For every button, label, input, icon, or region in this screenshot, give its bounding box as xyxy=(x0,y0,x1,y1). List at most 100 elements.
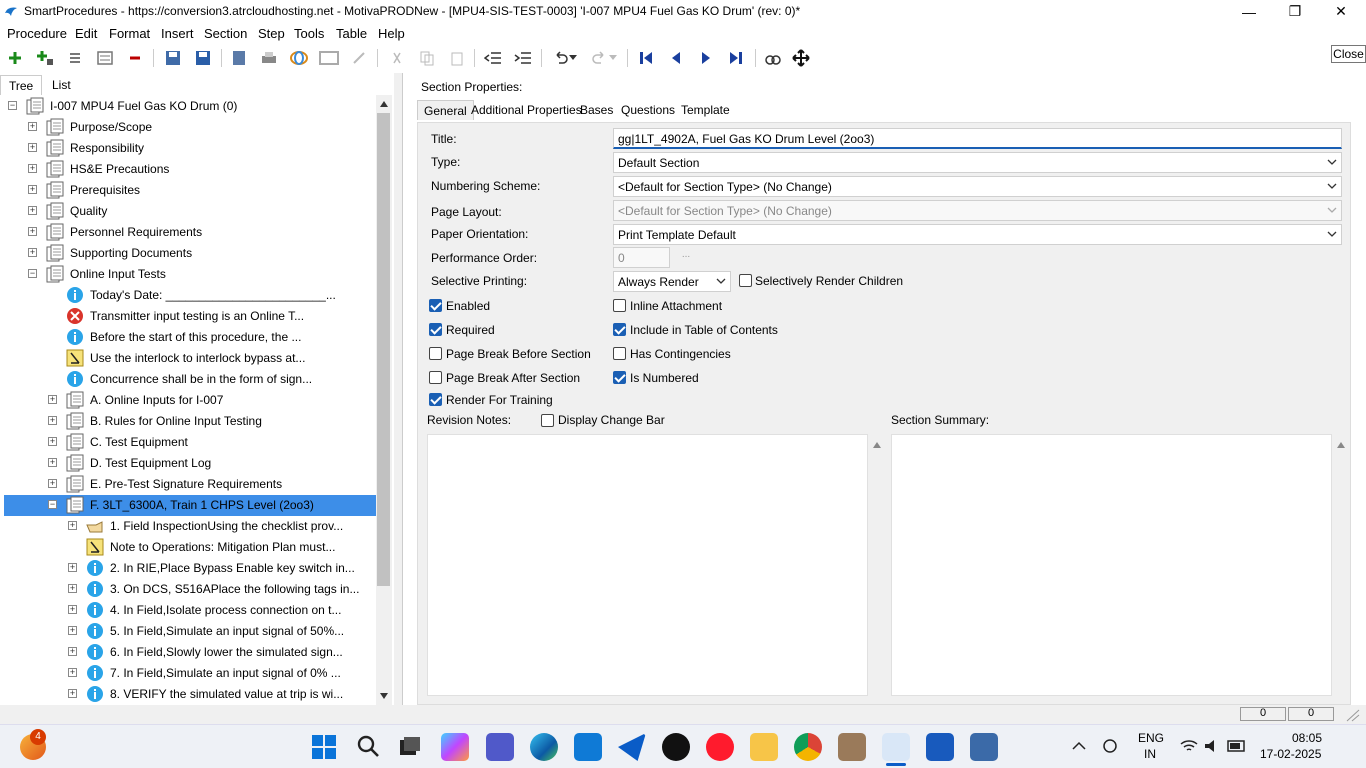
tree-node[interactable]: + Personnel Requirements xyxy=(4,222,376,243)
inline-attachment-checkbox[interactable] xyxy=(613,299,626,312)
file-explorer-icon[interactable] xyxy=(750,733,778,761)
move-icon[interactable] xyxy=(790,47,812,69)
collapse-icon[interactable]: − xyxy=(28,269,37,278)
tree-scrollbar[interactable] xyxy=(376,95,392,705)
tab-tree[interactable]: Tree xyxy=(0,75,43,95)
required-checkbox[interactable] xyxy=(429,323,442,336)
expand-icon[interactable]: + xyxy=(68,521,77,530)
add-icon[interactable] xyxy=(4,47,26,69)
battery-icon[interactable] xyxy=(1227,739,1247,753)
expand-icon[interactable]: + xyxy=(48,416,57,425)
tree-node[interactable]: +1. Field InspectionUsing the checklist … xyxy=(4,516,376,537)
previous-icon[interactable] xyxy=(665,47,687,69)
indent-icon[interactable] xyxy=(512,47,534,69)
close-button[interactable]: Close xyxy=(1331,45,1366,63)
add-child-icon[interactable] xyxy=(34,47,56,69)
frame-icon[interactable] xyxy=(318,47,340,69)
region-indicator[interactable]: IN xyxy=(1144,747,1156,761)
last-icon[interactable] xyxy=(725,47,747,69)
tree-node[interactable]: − F. 3LT_6300A, Train 1 CHPS Level (2oo3) xyxy=(4,495,376,516)
expand-icon[interactable]: + xyxy=(68,668,77,677)
numbering-select[interactable]: <Default for Section Type> (No Change) xyxy=(613,176,1342,197)
expand-icon[interactable]: + xyxy=(68,689,77,698)
publish-icon[interactable] xyxy=(228,47,250,69)
has-contingencies-checkbox[interactable] xyxy=(613,347,626,360)
cut-icon[interactable] xyxy=(386,47,408,69)
enabled-checkbox[interactable] xyxy=(429,299,442,312)
expand-icon[interactable]: + xyxy=(28,164,37,173)
wifi-icon[interactable] xyxy=(1180,738,1198,754)
tree-node[interactable]: Use the interlock to interlock bypass at… xyxy=(4,348,376,369)
is-numbered-checkbox[interactable] xyxy=(613,371,626,384)
expand-icon[interactable]: + xyxy=(28,122,37,131)
list-icon[interactable] xyxy=(64,47,86,69)
language-indicator[interactable]: ENG xyxy=(1138,731,1164,745)
outdent-icon[interactable] xyxy=(482,47,504,69)
tree-node[interactable]: + D. Test Equipment Log xyxy=(4,453,376,474)
edge-icon[interactable] xyxy=(530,733,558,761)
copy-icon[interactable] xyxy=(416,47,438,69)
collapse-icon[interactable]: − xyxy=(8,101,17,110)
tree-node[interactable]: +6. In Field,Slowly lower the simulated … xyxy=(4,642,376,663)
expand-icon[interactable]: + xyxy=(48,437,57,446)
clock-date[interactable]: 17-02-2025 xyxy=(1260,747,1321,761)
expand-icon[interactable]: + xyxy=(28,227,37,236)
first-icon[interactable] xyxy=(635,47,657,69)
list-edit-icon[interactable] xyxy=(94,47,116,69)
tab-questions[interactable]: Questions xyxy=(615,100,681,120)
menu-tools[interactable]: Tools xyxy=(294,26,324,41)
tree-node[interactable]: + E. Pre-Test Signature Requirements xyxy=(4,474,376,495)
perf-order-button[interactable]: ... xyxy=(676,249,696,266)
tree-node[interactable]: − I-007 MPU4 Fuel Gas KO Drum (0) xyxy=(4,96,376,117)
page-break-before-checkbox[interactable] xyxy=(429,347,442,360)
tab-additional-properties[interactable]: Additional Properties xyxy=(465,100,588,120)
tree-node[interactable]: + Supporting Documents xyxy=(4,243,376,264)
procedure-tree[interactable]: − I-007 MPU4 Fuel Gas KO Drum (0) + Purpose… xyxy=(4,95,376,705)
remove-icon[interactable] xyxy=(124,47,146,69)
next-icon[interactable] xyxy=(695,47,717,69)
tab-list[interactable]: List xyxy=(44,75,79,95)
close-window-button[interactable]: ✕ xyxy=(1318,0,1364,23)
smartprocedures-taskbar-icon[interactable] xyxy=(882,733,910,761)
scroll-up-icon[interactable] xyxy=(1337,442,1345,448)
menu-step[interactable]: Step xyxy=(258,26,285,41)
word-icon[interactable] xyxy=(926,733,954,761)
tree-node[interactable]: + Responsibility xyxy=(4,138,376,159)
undo-dropdown-icon[interactable] xyxy=(566,47,580,69)
copilot-icon[interactable] xyxy=(441,733,469,761)
tree-node[interactable]: + Purpose/Scope xyxy=(4,117,376,138)
perf-order-spinner[interactable]: 0 xyxy=(613,247,670,268)
tree-node[interactable]: + Prerequisites xyxy=(4,180,376,201)
tree-node[interactable]: +3. On DCS, S516APlace the following tag… xyxy=(4,579,376,600)
expand-icon[interactable]: + xyxy=(48,458,57,467)
tree-node[interactable]: +7. In Field,Simulate an input signal of… xyxy=(4,663,376,684)
network-sync-icon[interactable] xyxy=(1101,737,1121,755)
start-icon[interactable] xyxy=(311,734,337,760)
teams-icon[interactable] xyxy=(486,733,514,761)
volume-icon[interactable] xyxy=(1203,738,1221,754)
expand-icon[interactable]: + xyxy=(68,584,77,593)
chevron-up-icon[interactable] xyxy=(1072,741,1086,751)
type-select[interactable]: Default Section xyxy=(613,152,1342,173)
title-input[interactable]: gg|1LT_4902A, Fuel Gas KO Drum Level (2o… xyxy=(613,128,1342,149)
expand-icon[interactable]: + xyxy=(68,647,77,656)
tree-node[interactable]: + C. Test Equipment xyxy=(4,432,376,453)
expand-icon[interactable]: + xyxy=(28,185,37,194)
expand-icon[interactable]: + xyxy=(28,143,37,152)
selective-select[interactable]: Always Render xyxy=(613,271,731,292)
tree-node[interactable]: + Quality xyxy=(4,201,376,222)
print-icon[interactable] xyxy=(258,47,280,69)
menu-help[interactable]: Help xyxy=(378,26,405,41)
disabled-tool-icon[interactable] xyxy=(348,47,370,69)
clock-time[interactable]: 08:05 xyxy=(1292,731,1322,745)
paste-icon[interactable] xyxy=(446,47,468,69)
resize-grip-icon[interactable] xyxy=(1345,708,1361,722)
expand-icon[interactable]: + xyxy=(28,248,37,257)
tree-node[interactable]: + B. Rules for Online Input Testing xyxy=(4,411,376,432)
expand-icon[interactable]: + xyxy=(28,206,37,215)
redo-dropdown-icon[interactable] xyxy=(606,47,620,69)
expand-icon[interactable]: + xyxy=(68,605,77,614)
expand-icon[interactable]: + xyxy=(68,626,77,635)
store-icon[interactable] xyxy=(574,733,602,761)
expand-icon[interactable]: + xyxy=(48,395,57,404)
